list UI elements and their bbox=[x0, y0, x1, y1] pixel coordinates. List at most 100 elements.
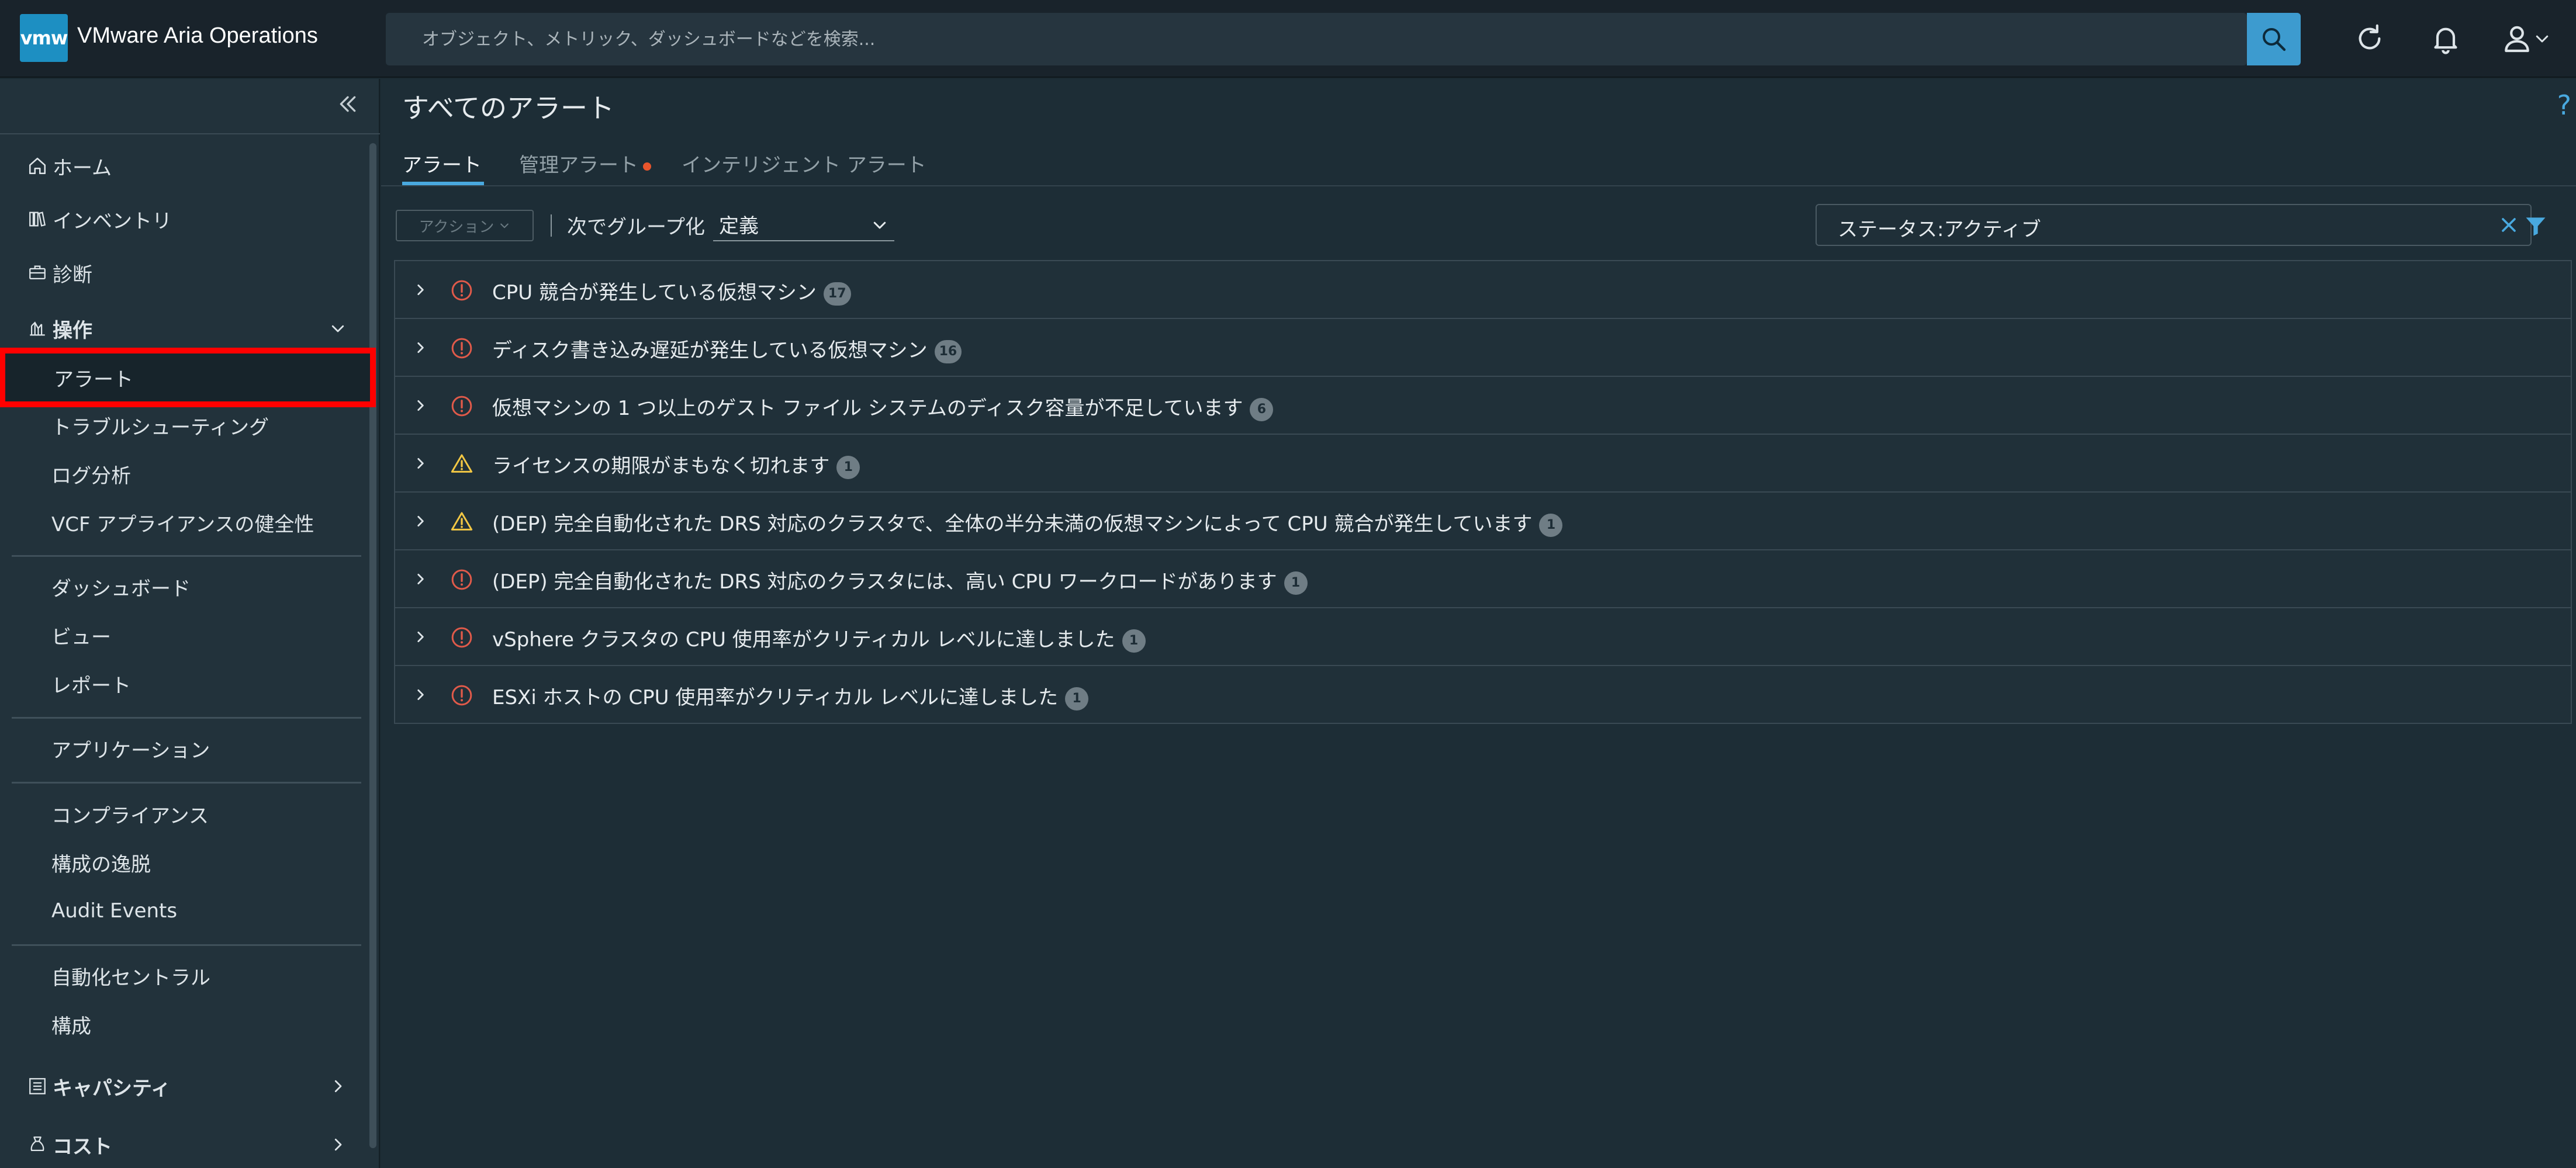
alert-name: vSphere クラスタの CPU 使用率がクリティカル レベルに達しました 1 bbox=[492, 623, 1146, 653]
sidebar-item-configuration[interactable]: 構成 bbox=[0, 1001, 368, 1048]
alert-row[interactable]: (DEP) 完全自動化された DRS 対応のクラスタで、全体の半分未満の仮想マシ… bbox=[395, 493, 2571, 550]
refresh-icon bbox=[2359, 24, 2381, 50]
sidebar-item-vcf-health[interactable]: VCF アプライアンスの健全性 bbox=[0, 499, 368, 546]
filter-icon bbox=[2526, 217, 2546, 236]
alert-row[interactable]: (DEP) 完全自動化された DRS 対応のクラスタには、高い CPU ワークロ… bbox=[395, 550, 2571, 608]
chevron-down-icon bbox=[871, 216, 888, 239]
filter-value: ステータス:アクティブ bbox=[1838, 218, 2041, 241]
refresh-button[interactable] bbox=[2351, 20, 2388, 57]
tab-managed-alerts[interactable]: 管理アラート bbox=[519, 149, 651, 184]
alert-count-badge: 1 bbox=[1284, 571, 1308, 595]
sidebar-item-label: コンプライアンス bbox=[51, 804, 209, 828]
sidebar: ホーム インベントリ 診断 操作 アラート トラブルシューティング ログ分析 V… bbox=[0, 79, 380, 1168]
sidebar-item-label: ビュー bbox=[51, 625, 111, 649]
chevron-down-icon bbox=[500, 223, 509, 228]
sidebar-item-diagnostics[interactable]: 診断 bbox=[0, 249, 368, 296]
chevron-right-icon[interactable] bbox=[412, 397, 429, 414]
clear-filter-button[interactable] bbox=[2497, 213, 2520, 239]
sidebar-item-dashboards[interactable]: ダッシュボード bbox=[0, 563, 368, 610]
help-icon[interactable]: ? bbox=[2557, 89, 2571, 121]
warning-icon bbox=[451, 454, 473, 473]
tab-label: インテリジェント アラート bbox=[682, 154, 926, 177]
alert-row[interactable]: CPU 競合が発生している仮想マシン 17 bbox=[395, 261, 2571, 319]
chevron-right-icon[interactable] bbox=[412, 281, 429, 299]
chevron-right-icon[interactable] bbox=[412, 686, 429, 703]
alert-name: CPU 競合が発生している仮想マシン 17 bbox=[492, 276, 851, 306]
sidebar-item-label: VCF アプライアンスの健全性 bbox=[51, 512, 314, 536]
notifications-button[interactable] bbox=[2427, 20, 2464, 57]
sidebar-item-label: 診断 bbox=[53, 263, 92, 287]
user-menu-button[interactable] bbox=[2494, 20, 2558, 57]
sidebar-item-label: アプリケーション bbox=[51, 739, 210, 763]
double-chevron-left-icon bbox=[340, 96, 356, 112]
sidebar-item-label: アラート bbox=[54, 368, 133, 391]
collapse-sidebar-button[interactable] bbox=[333, 89, 362, 119]
chevron-right-icon[interactable] bbox=[412, 570, 429, 588]
operations-icon bbox=[26, 317, 49, 340]
sidebar-item-log-analysis[interactable]: ログ分析 bbox=[0, 450, 368, 497]
sidebar-item-cost[interactable]: コスト bbox=[0, 1121, 368, 1168]
alert-count-badge: 1 bbox=[1065, 687, 1089, 710]
warning-icon bbox=[451, 512, 473, 531]
chevron-right-icon[interactable] bbox=[412, 628, 429, 646]
sidebar-item-label: Audit Events bbox=[51, 899, 178, 923]
sidebar-item-label: ダッシュボード bbox=[51, 577, 191, 601]
sidebar-item-label: ホーム bbox=[53, 156, 112, 180]
sidebar-item-label: レポート bbox=[51, 674, 131, 698]
sidebar-item-applications[interactable]: アプリケーション bbox=[0, 725, 368, 772]
sidebar-item-views[interactable]: ビュー bbox=[0, 612, 368, 658]
sidebar-item-label: 構成の逸脱 bbox=[51, 852, 151, 876]
sidebar-item-home[interactable]: ホーム bbox=[0, 143, 368, 189]
sidebar-item-label: 構成 bbox=[51, 1014, 91, 1038]
alert-row[interactable]: vSphere クラスタの CPU 使用率がクリティカル レベルに達しました 1 bbox=[395, 608, 2571, 666]
sidebar-item-capacity[interactable]: キャパシティ bbox=[0, 1063, 368, 1110]
sidebar-divider bbox=[12, 782, 361, 784]
main-content: すべてのアラート ? アラート 管理アラート インテリジェント アラート アクシ… bbox=[381, 79, 2576, 1168]
search-input[interactable] bbox=[421, 13, 2174, 65]
critical-icon bbox=[451, 338, 472, 359]
sidebar-divider bbox=[12, 944, 361, 946]
alert-count-badge: 1 bbox=[836, 455, 860, 479]
sidebar-item-compliance[interactable]: コンプライアンス bbox=[0, 791, 368, 837]
sidebar-scrollbar[interactable] bbox=[369, 143, 376, 1148]
vmware-logo[interactable]: vmw bbox=[20, 14, 68, 62]
sidebar-divider bbox=[12, 555, 361, 557]
alert-row[interactable]: 仮想マシンの 1 つ以上のゲスト ファイル システムのディスク容量が不足していま… bbox=[395, 377, 2571, 435]
filter-button[interactable] bbox=[2523, 213, 2549, 241]
chevron-right-icon bbox=[327, 1076, 348, 1097]
sidebar-item-alerts[interactable]: アラート bbox=[0, 348, 376, 407]
group-by-select[interactable]: 定義 bbox=[713, 207, 894, 241]
cost-icon bbox=[26, 1133, 49, 1156]
sidebar-item-label: ログ分析 bbox=[51, 464, 131, 488]
sidebar-divider bbox=[12, 717, 361, 719]
sidebar-divider bbox=[0, 133, 380, 134]
search-button[interactable] bbox=[2247, 13, 2301, 65]
filter-input[interactable]: ステータス:アクティブ bbox=[1816, 204, 2532, 246]
alert-list: CPU 競合が発生している仮想マシン 17 ディスク書き込み遅延が発生している仮想… bbox=[394, 260, 2572, 724]
tab-alerts[interactable]: アラート bbox=[402, 149, 482, 184]
alert-name: (DEP) 完全自動化された DRS 対応のクラスタには、高い CPU ワークロ… bbox=[492, 566, 1308, 595]
sidebar-item-config-drift[interactable]: 構成の逸脱 bbox=[0, 839, 368, 886]
app-title[interactable]: VMware Aria Operations bbox=[77, 23, 318, 48]
chevron-right-icon[interactable] bbox=[412, 512, 429, 530]
tab-intelligent-alerts[interactable]: インテリジェント アラート bbox=[682, 149, 926, 184]
sidebar-item-reports[interactable]: レポート bbox=[0, 660, 368, 707]
alert-count-badge: 1 bbox=[1539, 513, 1563, 537]
notification-dot bbox=[643, 162, 651, 171]
sidebar-item-label: 自動化セントラル bbox=[51, 966, 210, 990]
sidebar-item-operations[interactable]: 操作 bbox=[0, 305, 368, 352]
sidebar-item-audit-events[interactable]: Audit Events bbox=[0, 888, 368, 934]
alert-name: ディスク書き込み遅延が発生している仮想マシン 16 bbox=[492, 334, 962, 363]
chevron-right-icon[interactable] bbox=[412, 455, 429, 472]
alert-row[interactable]: ディスク書き込み遅延が発生している仮想マシン 16 bbox=[395, 319, 2571, 377]
chevron-right-icon[interactable] bbox=[412, 339, 429, 356]
sidebar-item-automation-central[interactable]: 自動化セントラル bbox=[0, 952, 368, 999]
alert-row[interactable]: ESXi ホストの CPU 使用率がクリティカル レベルに達しました 1 bbox=[395, 666, 2571, 724]
alert-row[interactable]: ライセンスの期限がまもなく切れます 1 bbox=[395, 435, 2571, 493]
tab-label: 管理アラート bbox=[519, 154, 638, 177]
action-dropdown-button[interactable]: アクション bbox=[396, 210, 534, 241]
group-by-label: 次でグループ化 bbox=[567, 216, 705, 239]
user-icon bbox=[2505, 26, 2529, 53]
sidebar-item-inventory[interactable]: インベントリ bbox=[0, 196, 368, 242]
sidebar-item-troubleshooting[interactable]: トラブルシューティング bbox=[0, 402, 368, 449]
